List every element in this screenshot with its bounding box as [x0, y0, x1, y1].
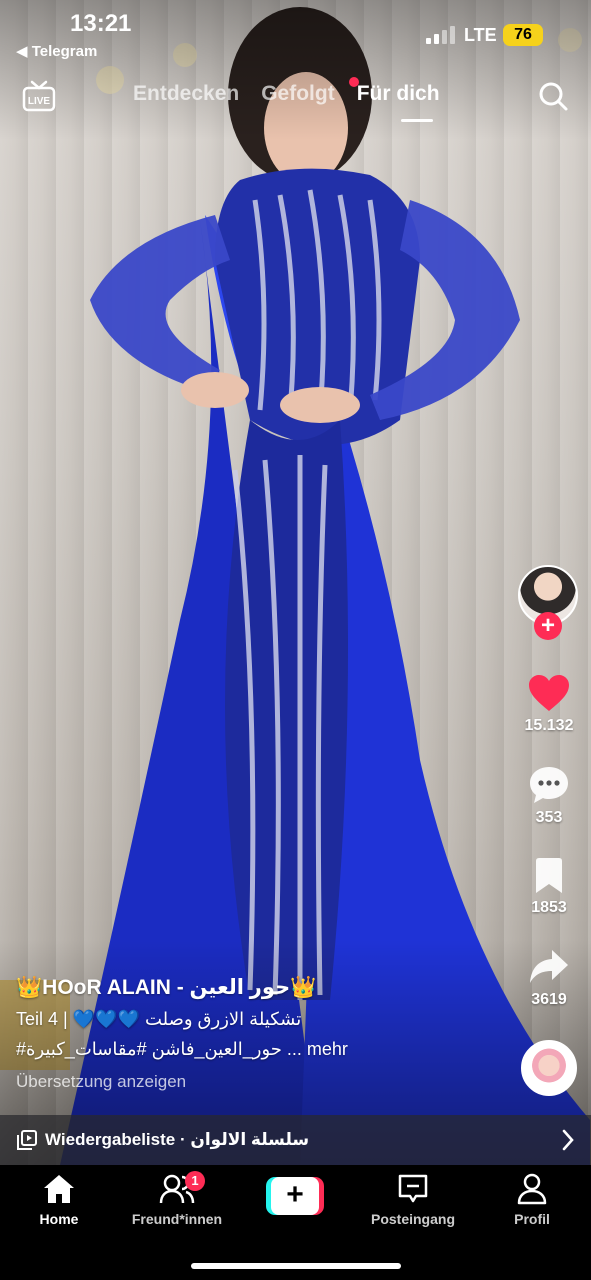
- nav-inbox[interactable]: Posteingang: [358, 1173, 468, 1227]
- translate-link[interactable]: Übersetzung anzeigen: [16, 1072, 506, 1092]
- nav-profile-label: Profil: [514, 1211, 550, 1227]
- playlist-icon: [17, 1130, 37, 1150]
- active-tab-indicator: [401, 119, 433, 122]
- create-icon: +: [271, 1177, 319, 1215]
- caption-line-2[interactable]: #حور_العين_فاشن #مقاسات_كبيرة ... mehr: [16, 1039, 506, 1060]
- feed-tabs: Entdecken Gefolgt Für dich: [133, 82, 440, 112]
- battery-indicator: 76: [503, 24, 543, 46]
- playlist-bar[interactable]: Wiedergabeliste · سلسلة الالوان: [0, 1115, 591, 1165]
- nav-home-label: Home: [39, 1211, 79, 1227]
- share-arrow-icon: [530, 950, 568, 983]
- bookmark-button[interactable]: 1853: [518, 857, 580, 917]
- author-name[interactable]: 👑HOoR ALAIN - حور العين👑: [16, 975, 506, 1000]
- bookmark-count: 1853: [531, 899, 567, 916]
- live-tv-icon[interactable]: LIVE: [22, 80, 56, 112]
- comment-count: 353: [535, 809, 563, 826]
- like-count: 15.132: [524, 717, 574, 734]
- chevron-right-icon: [562, 1129, 574, 1151]
- nav-friends[interactable]: 1 Freund*innen: [122, 1171, 232, 1227]
- follow-button[interactable]: +: [534, 612, 562, 640]
- profile-icon: [517, 1173, 547, 1205]
- comment-button[interactable]: 353: [518, 765, 580, 827]
- nav-home[interactable]: Home: [4, 1173, 114, 1227]
- friends-badge: 1: [185, 1171, 205, 1191]
- like-button[interactable]: 15.132: [518, 673, 580, 735]
- share-count: 3619: [531, 991, 567, 1008]
- create-button[interactable]: +: [266, 1177, 324, 1215]
- signal-icon: [426, 26, 456, 44]
- tab-gefolgt[interactable]: Gefolgt: [261, 82, 335, 112]
- back-to-telegram[interactable]: ◀ Telegram: [16, 42, 97, 60]
- home-icon: [44, 1175, 74, 1203]
- home-indicator: [191, 1263, 401, 1269]
- comment-icon: [530, 767, 568, 803]
- playlist-label: Wiedergabeliste · سلسلة الالوان: [45, 1130, 310, 1149]
- sound-disc[interactable]: [521, 1040, 577, 1096]
- heart-icon: [529, 675, 569, 711]
- search-icon[interactable]: [537, 80, 569, 112]
- bookmark-icon: [536, 858, 562, 893]
- nav-inbox-label: Posteingang: [370, 1211, 455, 1227]
- share-button[interactable]: 3619: [518, 947, 580, 1009]
- tab-fuer-dich[interactable]: Für dich: [357, 82, 440, 112]
- caption-line-1: Teil 4 | 💙💙💙 تشكيلة الازرق وصلت: [16, 1009, 302, 1029]
- video-caption: 👑HOoR ALAIN - حور العين👑 Teil 4 | 💙💙💙 تش…: [16, 975, 506, 1092]
- tab-entdecken[interactable]: Entdecken: [133, 82, 239, 112]
- status-bar: 13:21 ◀ Telegram LTE 76: [0, 0, 591, 64]
- new-content-dot: [349, 77, 359, 87]
- svg-text:LIVE: LIVE: [28, 96, 51, 107]
- nav-friends-label: Freund*innen: [131, 1211, 223, 1227]
- inbox-icon: [398, 1174, 428, 1203]
- nav-profile[interactable]: Profil: [477, 1173, 587, 1227]
- network-type: LTE: [464, 25, 497, 45]
- clock: 13:21: [70, 10, 132, 37]
